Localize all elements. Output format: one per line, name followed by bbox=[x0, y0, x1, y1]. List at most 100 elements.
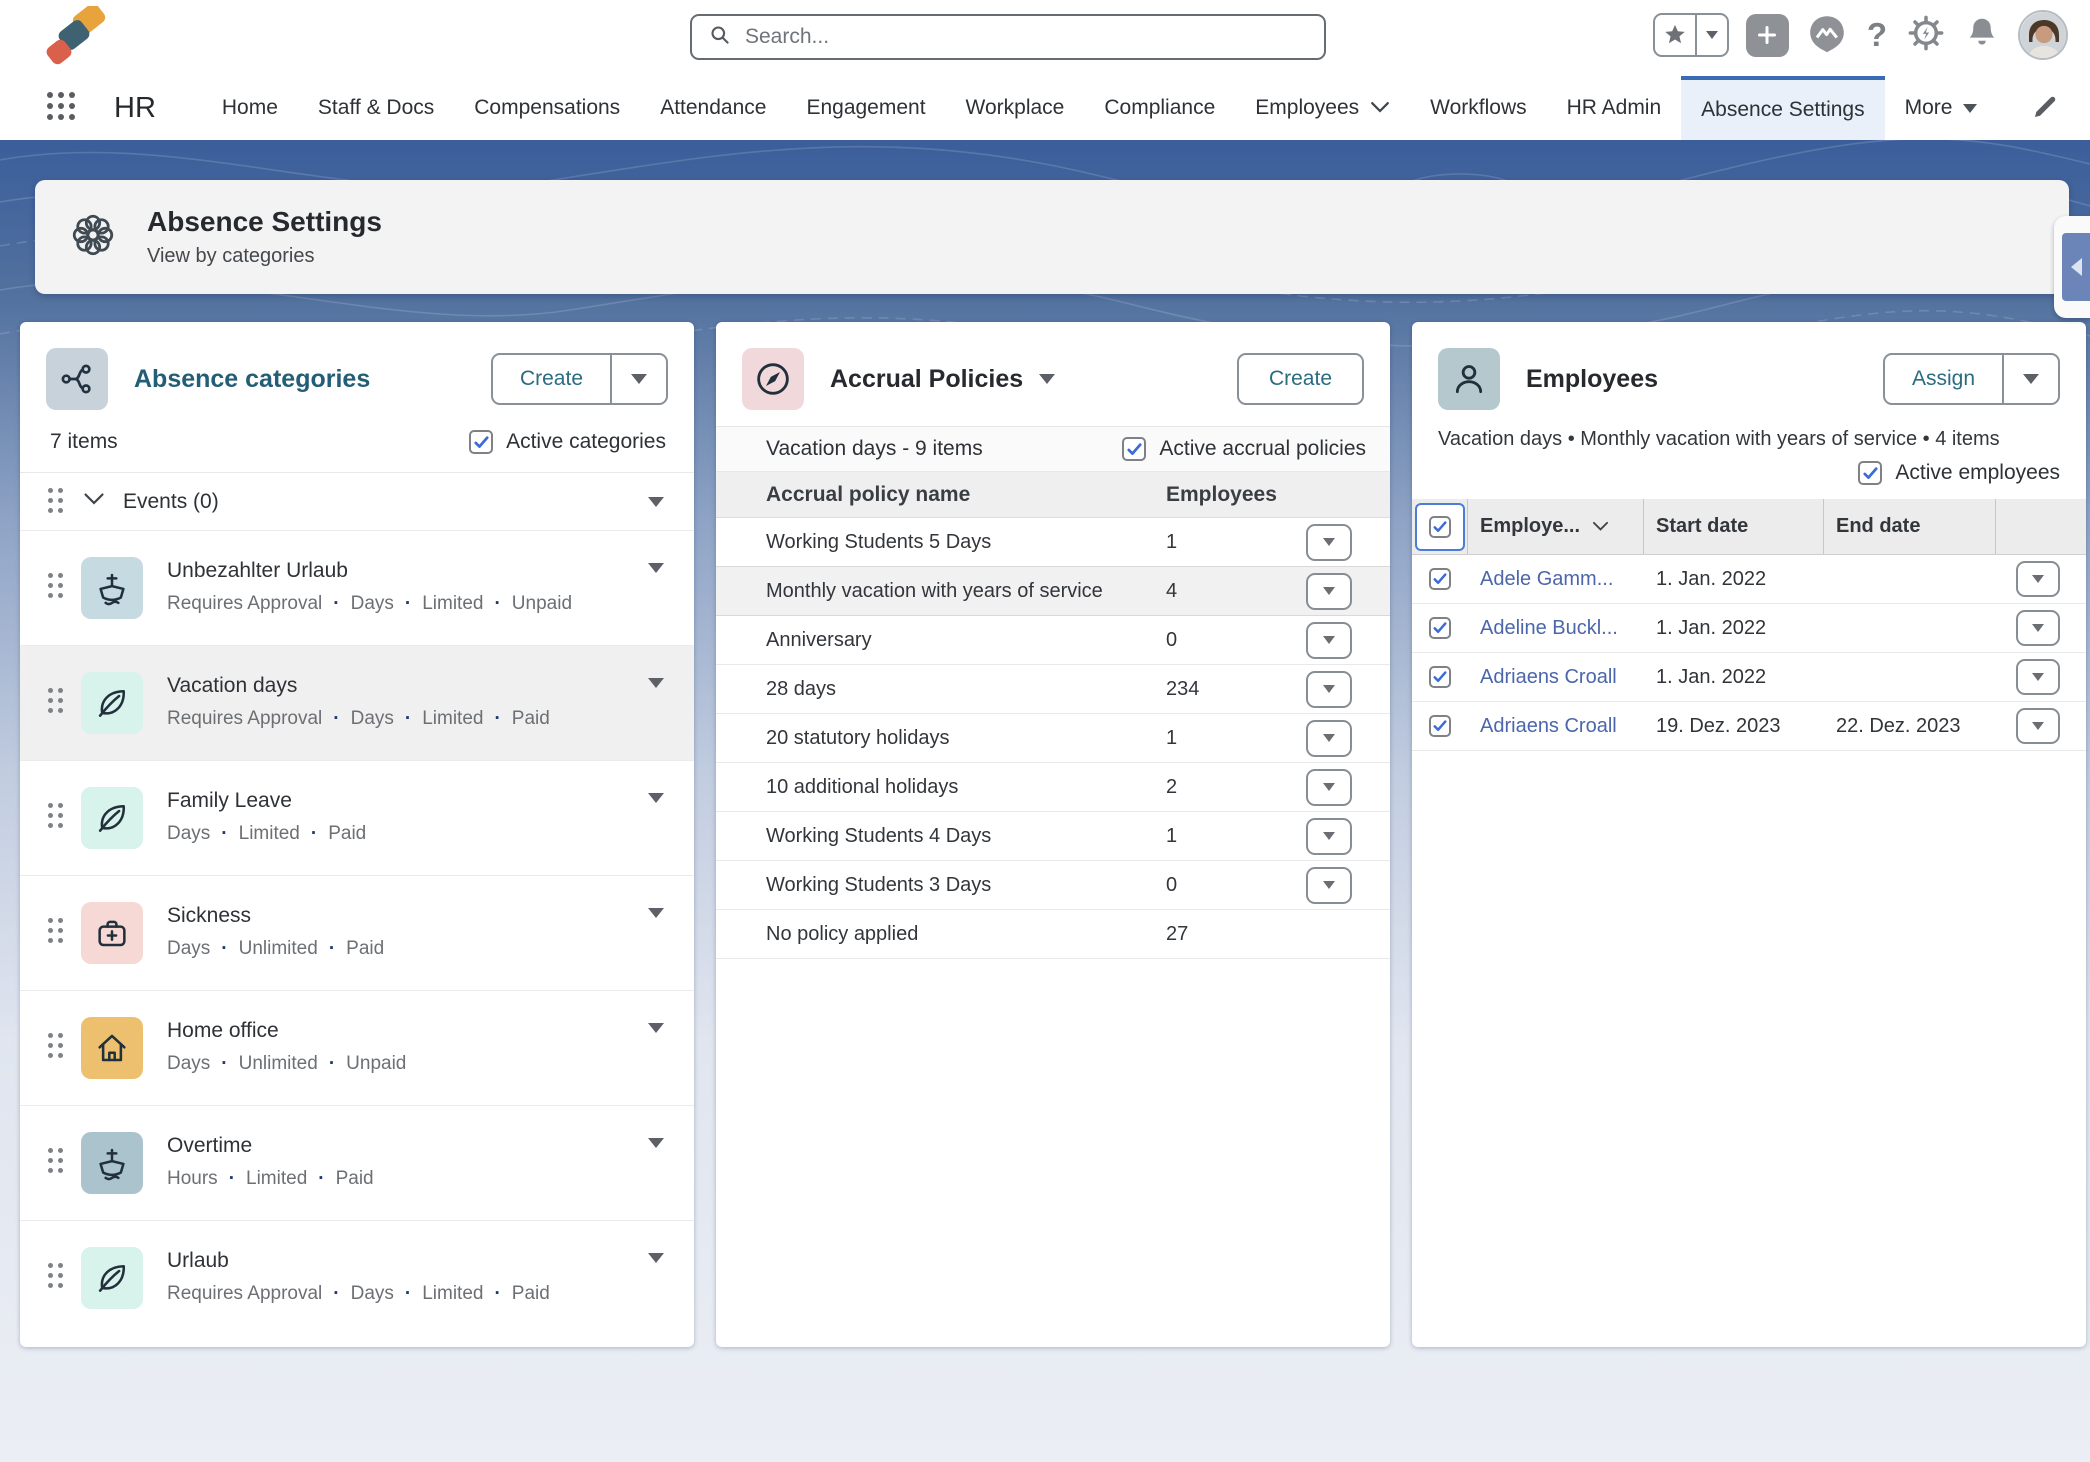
whats-new-icon[interactable] bbox=[1806, 12, 1848, 59]
drag-handle-icon[interactable] bbox=[48, 1033, 65, 1060]
row-checkbox[interactable] bbox=[1429, 666, 1451, 688]
create-policy-button[interactable]: Create bbox=[1237, 353, 1364, 405]
category-menu-caret[interactable] bbox=[648, 1253, 664, 1263]
accrual-row-selected[interactable]: Monthly vacation with years of service 4 bbox=[716, 567, 1390, 616]
assign-caret[interactable] bbox=[2004, 355, 2058, 403]
employee-row[interactable]: Adeline Buckl... 1. Jan. 2022 bbox=[1412, 604, 2086, 653]
drag-handle-icon[interactable] bbox=[48, 1263, 65, 1290]
nav-item-absence-settings[interactable]: Absence Settings bbox=[1681, 76, 1884, 140]
employee-name-link[interactable]: Adeline Buckl... bbox=[1468, 617, 1644, 640]
category-row-unbezahlter-urlaub[interactable]: Unbezahlter Urlaub Requires ApprovalDays… bbox=[20, 530, 694, 645]
nav-item-attendance[interactable]: Attendance bbox=[640, 76, 786, 140]
app-logo[interactable] bbox=[44, 6, 110, 75]
employee-row[interactable]: Adriaens Croall 1. Jan. 2022 bbox=[1412, 653, 2086, 702]
row-menu-button[interactable] bbox=[1306, 818, 1352, 855]
edit-pencil-icon[interactable] bbox=[2030, 92, 2060, 127]
category-row-home-office[interactable]: Home office DaysUnlimitedUnpaid bbox=[20, 990, 694, 1105]
favorites-caret[interactable] bbox=[1695, 15, 1727, 55]
collapse-panel-button[interactable] bbox=[2062, 233, 2090, 301]
row-menu-button[interactable] bbox=[1306, 573, 1352, 610]
select-all-checkbox[interactable] bbox=[1429, 516, 1451, 538]
row-menu-button[interactable] bbox=[1306, 867, 1352, 904]
accrual-title-caret[interactable] bbox=[1039, 374, 1055, 384]
nav-item-more[interactable]: More bbox=[1885, 76, 1998, 140]
drag-handle-icon[interactable] bbox=[48, 1148, 65, 1175]
employee-name-link[interactable]: Adriaens Croall bbox=[1468, 666, 1644, 689]
column-header-employee[interactable]: Employe... bbox=[1468, 499, 1644, 554]
app-grid-icon[interactable] bbox=[44, 89, 78, 128]
nav-item-workplace[interactable]: Workplace bbox=[946, 76, 1085, 140]
drag-handle-icon[interactable] bbox=[48, 918, 65, 945]
user-avatar[interactable] bbox=[2018, 10, 2068, 60]
search-input[interactable]: Search... bbox=[690, 14, 1326, 60]
row-menu-button[interactable] bbox=[2016, 659, 2060, 695]
assign-button[interactable]: Assign bbox=[1885, 355, 2004, 403]
active-categories-checkbox[interactable] bbox=[469, 430, 493, 454]
create-category-split-button[interactable]: Create bbox=[491, 353, 668, 405]
favorites-split-button[interactable] bbox=[1653, 13, 1729, 57]
row-menu-button[interactable] bbox=[1306, 720, 1352, 757]
column-header-start-date[interactable]: Start date bbox=[1644, 499, 1824, 554]
create-category-caret[interactable] bbox=[612, 355, 666, 403]
category-name: Vacation days bbox=[167, 674, 550, 698]
category-menu-caret[interactable] bbox=[648, 563, 664, 573]
accrual-row[interactable]: 10 additional holidays 2 bbox=[716, 763, 1390, 812]
employee-row[interactable]: Adele Gamm... 1. Jan. 2022 bbox=[1412, 555, 2086, 604]
help-icon[interactable]: ? bbox=[1865, 16, 1889, 54]
notifications-bell-icon[interactable] bbox=[1963, 14, 2001, 57]
nav-item-home[interactable]: Home bbox=[202, 76, 298, 140]
drag-handle-icon[interactable] bbox=[48, 573, 65, 600]
category-row-urlaub[interactable]: Urlaub Requires ApprovalDaysLimitedPaid bbox=[20, 1220, 694, 1335]
nav-item-hr-admin[interactable]: HR Admin bbox=[1547, 76, 1682, 140]
accrual-row[interactable]: Anniversary 0 bbox=[716, 616, 1390, 665]
nav-item-staff-docs[interactable]: Staff & Docs bbox=[298, 76, 454, 140]
category-row-sickness[interactable]: Sickness DaysUnlimitedPaid bbox=[20, 875, 694, 990]
row-checkbox[interactable] bbox=[1429, 715, 1451, 737]
row-checkbox[interactable] bbox=[1429, 568, 1451, 590]
row-menu-button[interactable] bbox=[1306, 671, 1352, 708]
accrual-row[interactable]: 20 statutory holidays 1 bbox=[716, 714, 1390, 763]
drag-handle-icon[interactable] bbox=[48, 803, 65, 830]
create-category-button[interactable]: Create bbox=[493, 355, 612, 403]
accrual-row[interactable]: Working Students 3 Days 0 bbox=[716, 861, 1390, 910]
row-checkbox[interactable] bbox=[1429, 617, 1451, 639]
active-employees-checkbox[interactable] bbox=[1858, 461, 1882, 485]
nav-item-workflows[interactable]: Workflows bbox=[1410, 76, 1546, 140]
row-menu-button[interactable] bbox=[2016, 561, 2060, 597]
category-row-family-leave[interactable]: Family Leave DaysLimitedPaid bbox=[20, 760, 694, 875]
employee-name-link[interactable]: Adele Gamm... bbox=[1468, 568, 1644, 591]
row-menu-button[interactable] bbox=[1306, 622, 1352, 659]
settings-gear-icon[interactable] bbox=[1906, 13, 1946, 58]
row-menu-button[interactable] bbox=[2016, 610, 2060, 646]
accrual-row[interactable]: Working Students 4 Days 1 bbox=[716, 812, 1390, 861]
accrual-row[interactable]: No policy applied 27 bbox=[716, 910, 1390, 959]
events-group-row[interactable]: Events (0) bbox=[20, 473, 694, 530]
column-header-end-date[interactable]: End date bbox=[1824, 499, 1996, 554]
category-menu-caret[interactable] bbox=[648, 1023, 664, 1033]
row-menu-button[interactable] bbox=[1306, 524, 1352, 561]
active-accrual-policies-checkbox[interactable] bbox=[1122, 437, 1146, 461]
accrual-row[interactable]: Working Students 5 Days 1 bbox=[716, 518, 1390, 567]
category-row-overtime[interactable]: Overtime HoursLimitedPaid bbox=[20, 1105, 694, 1220]
nav-item-engagement[interactable]: Engagement bbox=[786, 76, 945, 140]
category-menu-caret[interactable] bbox=[648, 678, 664, 688]
row-menu-button[interactable] bbox=[1306, 769, 1352, 806]
accrual-row[interactable]: 28 days 234 bbox=[716, 665, 1390, 714]
star-icon[interactable] bbox=[1655, 15, 1695, 55]
assign-split-button[interactable]: Assign bbox=[1883, 353, 2060, 405]
nav-item-compliance[interactable]: Compliance bbox=[1084, 76, 1235, 140]
events-menu-caret[interactable] bbox=[648, 497, 664, 507]
category-row-vacation-days[interactable]: Vacation days Requires ApprovalDaysLimit… bbox=[20, 645, 694, 760]
category-menu-caret[interactable] bbox=[648, 908, 664, 918]
category-menu-caret[interactable] bbox=[648, 1138, 664, 1148]
chevron-down-icon[interactable] bbox=[83, 492, 105, 511]
category-menu-caret[interactable] bbox=[648, 793, 664, 803]
drag-handle-icon[interactable] bbox=[48, 488, 65, 515]
row-menu-button[interactable] bbox=[2016, 708, 2060, 744]
employee-name-link[interactable]: Adriaens Croall bbox=[1468, 715, 1644, 738]
drag-handle-icon[interactable] bbox=[48, 688, 65, 715]
employee-row[interactable]: Adriaens Croall 19. Dez. 2023 22. Dez. 2… bbox=[1412, 702, 2086, 751]
nav-item-employees[interactable]: Employees bbox=[1235, 76, 1410, 140]
nav-item-compensations[interactable]: Compensations bbox=[454, 76, 640, 140]
create-new-button[interactable] bbox=[1746, 14, 1789, 57]
